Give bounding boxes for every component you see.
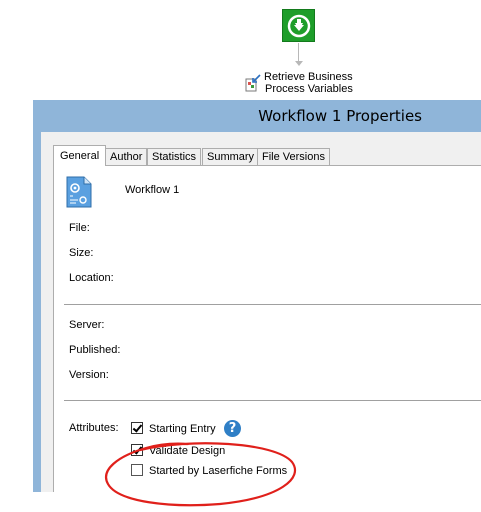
server-label: Server: xyxy=(69,319,105,331)
starting-entry-label: Starting Entry xyxy=(149,423,216,435)
separator-2 xyxy=(64,400,481,402)
tab-statistics[interactable]: Statistics xyxy=(147,148,202,165)
retrieve-variables-icon[interactable] xyxy=(245,74,261,92)
size-label: Size: xyxy=(69,247,94,259)
properties-window: Workflow 1 Properties General Author Sta… xyxy=(33,100,481,492)
tab-file-versions[interactable]: File Versions xyxy=(257,148,330,165)
starting-entry-checkbox[interactable]: Starting Entry xyxy=(131,422,216,436)
start-node-icon[interactable] xyxy=(282,9,315,42)
separator-1 xyxy=(64,304,481,306)
published-label: Published: xyxy=(69,344,121,356)
checkbox-unchecked[interactable] xyxy=(131,464,143,476)
file-label: File: xyxy=(69,222,90,234)
general-tab-panel: Workflow 1 File: Size: Location: Server:… xyxy=(53,165,481,492)
arrow-down-circle-icon xyxy=(287,14,311,38)
connector-line xyxy=(298,43,299,63)
tab-summary[interactable]: Summary xyxy=(202,148,260,165)
validate-design-checkbox[interactable]: Validate Design xyxy=(131,444,225,458)
tab-author[interactable]: Author xyxy=(105,148,148,165)
version-label: Version: xyxy=(69,369,109,381)
checkbox-checked[interactable] xyxy=(131,444,143,456)
validate-design-label: Validate Design xyxy=(149,445,226,457)
started-by-forms-label: Started by Laserfiche Forms xyxy=(149,465,288,477)
attributes-label: Attributes: xyxy=(69,422,119,434)
workflow-name: Workflow 1 xyxy=(125,184,180,196)
activity-label[interactable]: Retrieve Business Process Variables xyxy=(264,71,353,95)
workflow-document-icon xyxy=(66,176,92,208)
started-by-forms-checkbox[interactable]: Started by Laserfiche Forms xyxy=(131,464,287,478)
activity-label-line2: Process Variables xyxy=(265,83,353,95)
location-label: Location: xyxy=(69,272,114,284)
help-icon[interactable]: ? xyxy=(224,420,241,437)
properties-client-area: General Author Statistics Summary File V… xyxy=(41,132,481,492)
activity-label-line1: Retrieve Business xyxy=(264,71,353,83)
connector-arrow xyxy=(295,61,303,66)
tab-general[interactable]: General xyxy=(53,145,107,166)
checkbox-checked[interactable] xyxy=(131,422,143,434)
window-title[interactable]: Workflow 1 Properties xyxy=(33,100,481,132)
